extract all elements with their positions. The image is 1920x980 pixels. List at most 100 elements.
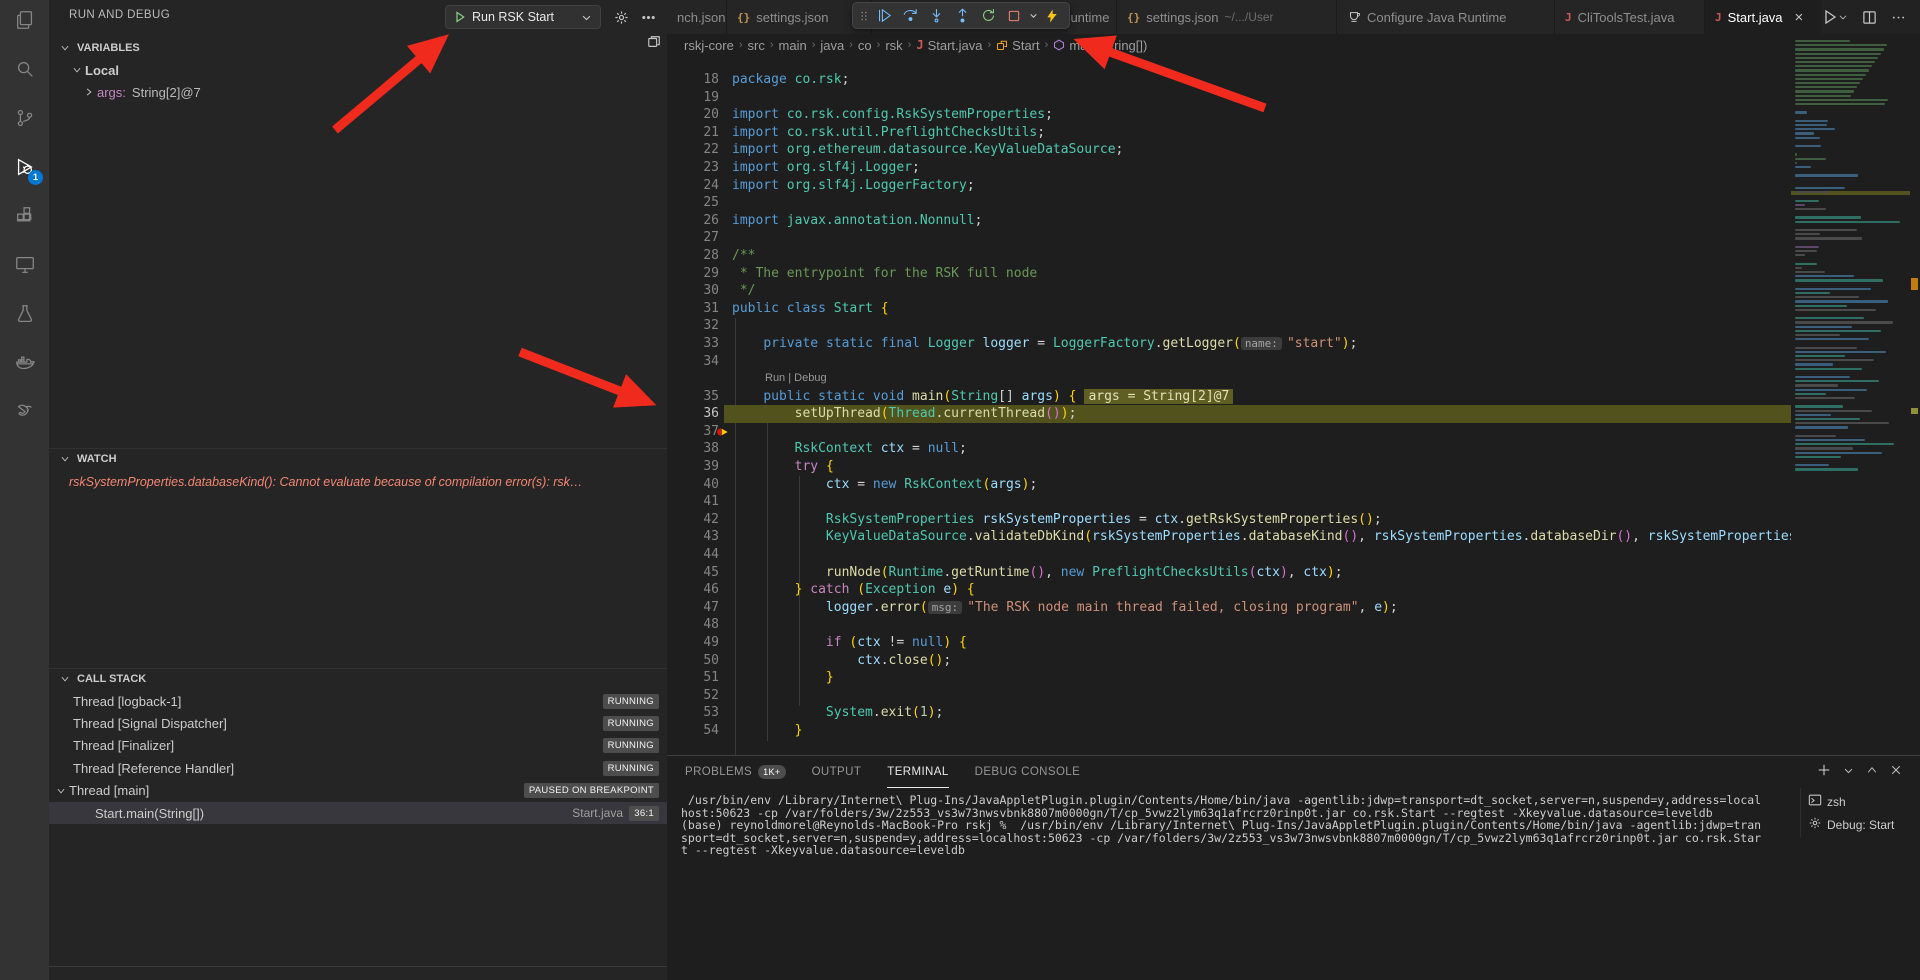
code-line-45[interactable]: 45 runNode(Runtime.getRuntime(), new Pre… <box>667 564 1791 582</box>
breadcrumb-item-src[interactable]: src <box>748 38 765 53</box>
code-line-25[interactable]: 25 <box>667 194 1791 212</box>
call-stack-thread[interactable]: Thread [logback-1]RUNNING <box>49 690 667 712</box>
docker-icon[interactable] <box>0 341 49 385</box>
code-line-51[interactable]: 51 } <box>667 669 1791 687</box>
code-line-41[interactable]: 41 <box>667 493 1791 511</box>
code-line-52[interactable]: 52 <box>667 687 1791 705</box>
code-line-47[interactable]: 47 logger.error(msg:"The RSK node main t… <box>667 599 1791 617</box>
call-stack-thread[interactable]: Thread [Signal Dispatcher]RUNNING <box>49 712 667 734</box>
code-line-49[interactable]: 49 if (ctx != null) { <box>667 634 1791 652</box>
run-and-debug-icon[interactable]: 1 <box>0 145 49 189</box>
step-into-icon[interactable] <box>923 3 949 28</box>
codelens-run-debug[interactable]: Run | Debug <box>667 370 1791 388</box>
breadcrumb-item-rskj-core[interactable]: rskj-core <box>684 38 734 53</box>
call-stack-thread[interactable]: Thread [Finalizer]RUNNING <box>49 735 667 757</box>
tab-configure-java-runtime[interactable]: Configure Java Runtime <box>1337 0 1555 34</box>
tab-settings-json[interactable]: {}settings.json <box>727 0 872 34</box>
stop-dropdown-chevron-icon[interactable] <box>1027 3 1039 28</box>
code-line-46[interactable]: 46 } catch (Exception e) { <box>667 581 1791 599</box>
code-line-36[interactable]: 36 setUpThread(Thread.currentThread()); <box>667 405 1791 423</box>
code-line-19[interactable]: 19 <box>667 89 1791 107</box>
close-tab-icon[interactable]: × <box>1795 9 1804 26</box>
hot-code-replace-icon[interactable] <box>1039 3 1065 28</box>
code-editor[interactable]: 18package co.rsk;1920import co.rsk.confi… <box>667 56 1791 755</box>
tab-clitoolstest-java[interactable]: JCliToolsTest.java <box>1555 0 1705 34</box>
watch-section-header[interactable]: WATCH <box>49 448 667 469</box>
code-line-53[interactable]: 53 System.exit(1); <box>667 704 1791 722</box>
sidebar-more-actions-icon[interactable] <box>639 8 657 26</box>
terminal-instance-zsh[interactable]: zsh <box>1801 790 1918 813</box>
launch-config-dropdown[interactable]: Run RSK Start <box>445 5 601 29</box>
stop-icon[interactable] <box>1001 3 1027 28</box>
terminal-dropdown-icon[interactable] <box>1843 763 1854 782</box>
terminal-instance-debug-start[interactable]: Debug: Start <box>1801 813 1918 836</box>
code-line-48[interactable]: 48 <box>667 616 1791 634</box>
code-line-29[interactable]: 29 * The entrypoint for the RSK full nod… <box>667 265 1791 283</box>
variables-section-header[interactable]: VARIABLES <box>49 37 667 58</box>
code-line-50[interactable]: 50 ctx.close(); <box>667 652 1791 670</box>
breadcrumb-item-main[interactable]: main <box>779 38 807 53</box>
continue-icon[interactable] <box>871 3 897 28</box>
code-line-30[interactable]: 30 */ <box>667 282 1791 300</box>
call-stack-thread[interactable]: Thread [Reference Handler]RUNNING <box>49 757 667 779</box>
breadcrumb-item-start-java[interactable]: JStart.java <box>916 38 982 53</box>
code-line-26[interactable]: 26import javax.annotation.Nonnull; <box>667 212 1791 230</box>
code-line-42[interactable]: 42 RskSystemProperties rskSystemProperti… <box>667 511 1791 529</box>
code-line-40[interactable]: 40 ctx = new RskContext(args); <box>667 476 1791 494</box>
search-icon[interactable] <box>0 47 49 91</box>
code-line-39[interactable]: 39 try { <box>667 458 1791 476</box>
maximize-panel-icon[interactable] <box>1866 763 1878 782</box>
code-line-28[interactable]: 28/** <box>667 247 1791 265</box>
code-line-31[interactable]: 31public class Start { <box>667 300 1791 318</box>
close-panel-icon[interactable] <box>1890 763 1902 782</box>
explorer-icon[interactable] <box>0 0 49 42</box>
panel-tab-terminal[interactable]: TERMINAL <box>887 756 948 788</box>
step-over-icon[interactable] <box>897 3 923 28</box>
code-line-44[interactable]: 44 <box>667 546 1791 564</box>
code-line-35[interactable]: 35 public static void main(String[] args… <box>667 388 1791 406</box>
step-out-icon[interactable] <box>949 3 975 28</box>
code-line-18[interactable]: 18package co.rsk; <box>667 71 1791 89</box>
code-line-43[interactable]: 43 KeyValueDataSource.validateDbKind(rsk… <box>667 528 1791 546</box>
run-java-button[interactable] <box>1822 9 1848 25</box>
code-line-34[interactable]: 34 <box>667 353 1791 371</box>
drag-handle[interactable] <box>857 3 871 28</box>
testing-icon[interactable] <box>0 292 49 336</box>
call-stack-section-header[interactable]: CALL STACK <box>49 668 667 689</box>
source-control-icon[interactable] <box>0 96 49 140</box>
breadcrumb-item-main-string-[interactable]: main(String[]) <box>1053 38 1147 53</box>
code-line-21[interactable]: 21import co.rsk.util.PreflightChecksUtil… <box>667 124 1791 142</box>
terminal-output[interactable]: /usr/bin/env /Library/Internet\ Plug-Ins… <box>681 794 1789 857</box>
code-line-20[interactable]: 20import co.rsk.config.RskSystemProperti… <box>667 106 1791 124</box>
code-line-37[interactable]: 37 <box>667 423 1791 441</box>
panel-tab-output[interactable]: OUTPUT <box>812 756 862 788</box>
code-line-54[interactable]: 54 } <box>667 722 1791 740</box>
call-stack-thread[interactable]: Thread [main]PAUSED ON BREAKPOINT <box>49 780 667 802</box>
new-terminal-icon[interactable] <box>1817 763 1831 782</box>
variable-args[interactable]: args: String[2]@7 <box>49 81 667 103</box>
breadcrumb-item-start[interactable]: Start <box>996 38 1039 53</box>
tab-settings-json[interactable]: {}settings.json~/.../User <box>1117 0 1337 34</box>
debug-settings-gear-icon[interactable] <box>612 8 630 26</box>
watch-expression[interactable]: rskSystemProperties.databaseKind(): Cann… <box>49 471 667 493</box>
editor-more-actions-icon[interactable] <box>1891 10 1906 25</box>
split-editor-icon[interactable] <box>1862 10 1877 25</box>
code-line-23[interactable]: 23import org.slf4j.Logger; <box>667 159 1791 177</box>
tab-nch-json[interactable]: nch.json <box>667 0 727 34</box>
code-line-24[interactable]: 24import org.slf4j.LoggerFactory; <box>667 177 1791 195</box>
panel-tab-debug-console[interactable]: DEBUG CONSOLE <box>975 756 1081 788</box>
code-line-27[interactable]: 27 <box>667 229 1791 247</box>
variables-scope-local[interactable]: Local <box>49 59 667 81</box>
minimap[interactable] <box>1791 40 1910 500</box>
breadcrumb-item-java[interactable]: java <box>820 38 844 53</box>
restart-icon[interactable] <box>975 3 1001 28</box>
panel-tab-problems[interactable]: PROBLEMS1K+ <box>685 756 786 788</box>
breadcrumb-item-co[interactable]: co <box>858 38 872 53</box>
code-line-38[interactable]: 38 RskContext ctx = null; <box>667 440 1791 458</box>
remote-explorer-icon[interactable] <box>0 243 49 287</box>
breadcrumb-item-rsk[interactable]: rsk <box>885 38 902 53</box>
gradle-icon[interactable] <box>0 390 49 434</box>
code-line-32[interactable]: 32 <box>667 317 1791 335</box>
call-stack-frame-selected[interactable]: Start.main(String[]) Start.java 36:1 <box>49 802 667 824</box>
code-line-33[interactable]: 33 private static final Logger logger = … <box>667 335 1791 353</box>
